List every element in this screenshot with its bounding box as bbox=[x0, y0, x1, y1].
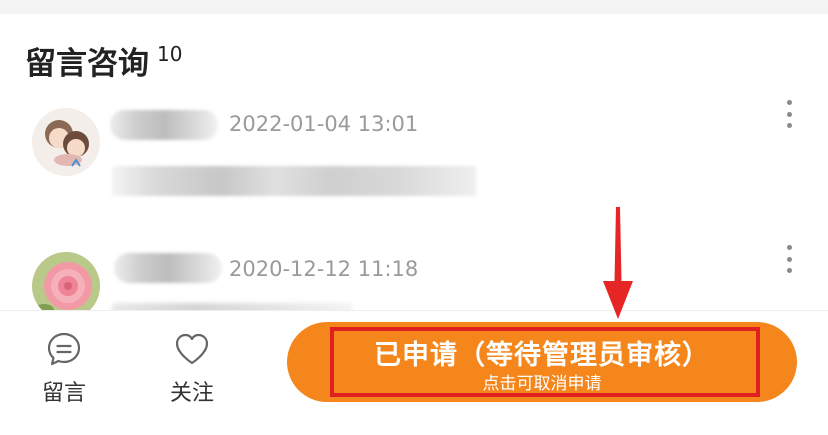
annotation-arrow-icon bbox=[603, 207, 633, 319]
application-status-text: 已申请（等待管理员审核） bbox=[374, 340, 710, 371]
bottom-action-bar: 留言 关注 已申请（等待管理员审核） 点击可取消申请 bbox=[0, 310, 828, 435]
top-divider bbox=[0, 0, 828, 14]
username-redacted bbox=[114, 253, 222, 283]
section-title: 留言咨询 bbox=[25, 46, 149, 82]
user-avatar[interactable] bbox=[32, 108, 100, 176]
chat-bubble-icon bbox=[44, 329, 84, 369]
more-options-icon[interactable] bbox=[778, 98, 800, 130]
follow-label: 关注 bbox=[169, 381, 214, 406]
heart-icon bbox=[172, 329, 212, 369]
comment-count: 10 bbox=[157, 42, 183, 66]
message-label: 留言 bbox=[41, 381, 86, 406]
follow-button[interactable]: 关注 bbox=[152, 329, 232, 407]
more-options-icon[interactable] bbox=[778, 243, 800, 275]
section-header: 留言咨询 10 bbox=[25, 38, 182, 83]
comment-timestamp: 2020-12-12 11:18 bbox=[229, 257, 419, 281]
username-redacted bbox=[110, 110, 218, 140]
cancel-application-hint: 点击可取消申请 bbox=[482, 374, 602, 394]
comment-text-redacted bbox=[112, 166, 476, 196]
comment-item: 2020-12-12 11:18 bbox=[0, 243, 828, 320]
comment-item: 2022-01-04 13:01 bbox=[0, 100, 828, 220]
comment-timestamp: 2022-01-04 13:01 bbox=[229, 112, 419, 136]
message-button[interactable]: 留言 bbox=[24, 329, 104, 407]
